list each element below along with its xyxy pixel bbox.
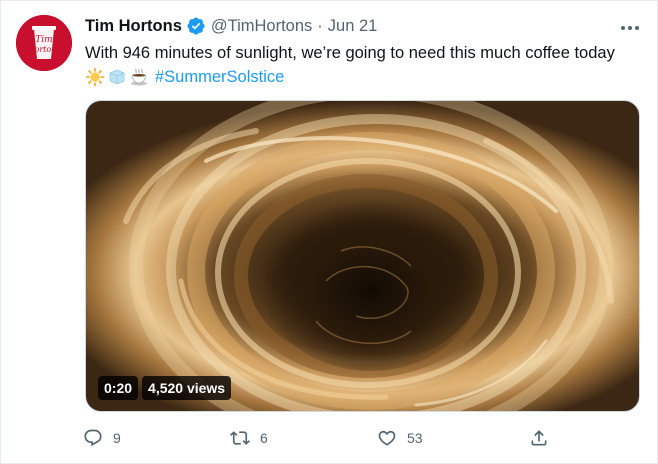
video-duration: 0:20 bbox=[98, 376, 139, 400]
retweet-count: 6 bbox=[260, 430, 268, 446]
author-name[interactable]: Tim Hortons bbox=[85, 17, 182, 36]
separator-dot: · bbox=[317, 16, 323, 35]
avatar[interactable]: Tim Hortons bbox=[16, 15, 72, 71]
like-count: 53 bbox=[407, 430, 423, 446]
coffee-swirl-image bbox=[123, 101, 614, 411]
reply-count: 9 bbox=[113, 430, 121, 446]
reply-button[interactable]: 9 bbox=[83, 426, 121, 450]
video-player[interactable]: 0:20 4,520 views bbox=[85, 100, 640, 412]
like-button[interactable]: 53 bbox=[377, 426, 423, 450]
tweet-text: With 946 minutes of sunlight, we’re goin… bbox=[85, 41, 655, 89]
tweet-card[interactable]: Tim Hortons Tim Hortons @TimHortons · Ju… bbox=[0, 0, 658, 464]
tim-hortons-logo: Tim Hortons bbox=[16, 15, 72, 71]
like-icon bbox=[378, 430, 396, 446]
more-icon[interactable] bbox=[619, 21, 641, 35]
hot-beverage-emoji bbox=[129, 67, 149, 87]
tweet-actions: 9 6 53 bbox=[83, 426, 563, 450]
svg-text:Hortons: Hortons bbox=[27, 45, 61, 54]
ice-cube-emoji bbox=[107, 67, 127, 87]
video-views: 4,520 views bbox=[142, 376, 232, 400]
tweet-header: Tim Hortons @TimHortons · Jun 21 bbox=[85, 14, 377, 38]
video-stats: 0:20 4,520 views bbox=[98, 376, 232, 400]
tweet-date[interactable]: Jun 21 bbox=[328, 17, 378, 36]
verified-badge-icon bbox=[186, 16, 206, 36]
reply-icon bbox=[84, 429, 102, 447]
svg-text:Tim: Tim bbox=[35, 35, 52, 45]
retweet-button[interactable]: 6 bbox=[230, 426, 268, 450]
share-icon bbox=[531, 430, 547, 446]
tweet-body: With 946 minutes of sunlight, we’re goin… bbox=[85, 44, 615, 62]
share-button[interactable] bbox=[529, 426, 549, 450]
author-handle[interactable]: @TimHortons bbox=[211, 17, 312, 36]
hashtag-link[interactable]: #SummerSolstice bbox=[155, 65, 284, 89]
sun-emoji bbox=[85, 67, 105, 87]
retweet-icon bbox=[230, 431, 250, 445]
